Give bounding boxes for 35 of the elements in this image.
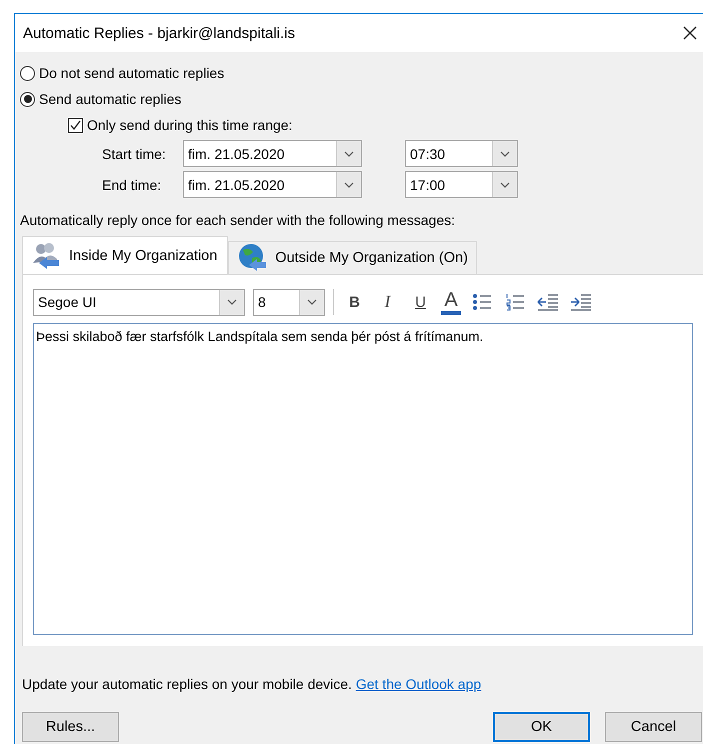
message-editor[interactable]: Þessi skilaboð fær starfsfólk Landspítala sem senda þér póst á frítímanum. [33, 323, 693, 635]
radio-label[interactable]: Send automatic replies [39, 91, 182, 107]
ok-button[interactable]: OK [493, 712, 590, 742]
time-label: Start time: [102, 146, 167, 162]
bold-button[interactable]: B [342, 289, 367, 315]
underline-button[interactable]: U [408, 289, 433, 315]
font-size-dropdown[interactable]: 8 [253, 288, 325, 316]
radio-button[interactable] [20, 92, 35, 106]
cancel-button[interactable]: Cancel [605, 712, 702, 742]
time-label: End time: [102, 176, 162, 192]
tab[interactable]: Outside My Organization (On) [228, 241, 477, 274]
time-dropdown[interactable]: 17:00 [405, 171, 518, 198]
date-dropdown[interactable]: fim. 21.05.2020 [183, 171, 362, 198]
decrease-indent-icon[interactable] [536, 293, 558, 311]
font-color-button[interactable]: A [441, 289, 461, 315]
font-dropdown[interactable]: Segoe UI [33, 288, 245, 316]
outlook-app-link[interactable]: Get the Outlook app [356, 676, 482, 692]
rules-button[interactable]: Rules... [22, 712, 119, 742]
checkbox[interactable] [68, 118, 83, 132]
radio-label[interactable]: Do not send automatic replies [39, 65, 224, 81]
time-dropdown[interactable]: 07:30 [405, 140, 518, 167]
window-title: Automatic Replies - bjarkir@landspitali.is [23, 24, 295, 42]
date-dropdown[interactable]: fim. 21.05.2020 [183, 140, 362, 167]
tab[interactable]: Inside My Organization [22, 236, 228, 274]
checkbox-label[interactable]: Only send during this time range: [87, 117, 292, 133]
mobile-info-text: Update your automatic replies on your mobile device. [22, 676, 352, 692]
increase-indent-icon[interactable] [570, 293, 592, 311]
close-icon[interactable] [683, 26, 697, 40]
people-icon [31, 240, 61, 270]
bullet-list-icon[interactable] [472, 293, 492, 311]
instructions-text: Automatically reply once for each sender with the following messages: [20, 212, 456, 230]
numbered-list-icon[interactable] [504, 293, 524, 311]
italic-button[interactable]: I [375, 289, 400, 315]
globe-icon [237, 243, 268, 273]
radio-button[interactable] [20, 66, 35, 80]
